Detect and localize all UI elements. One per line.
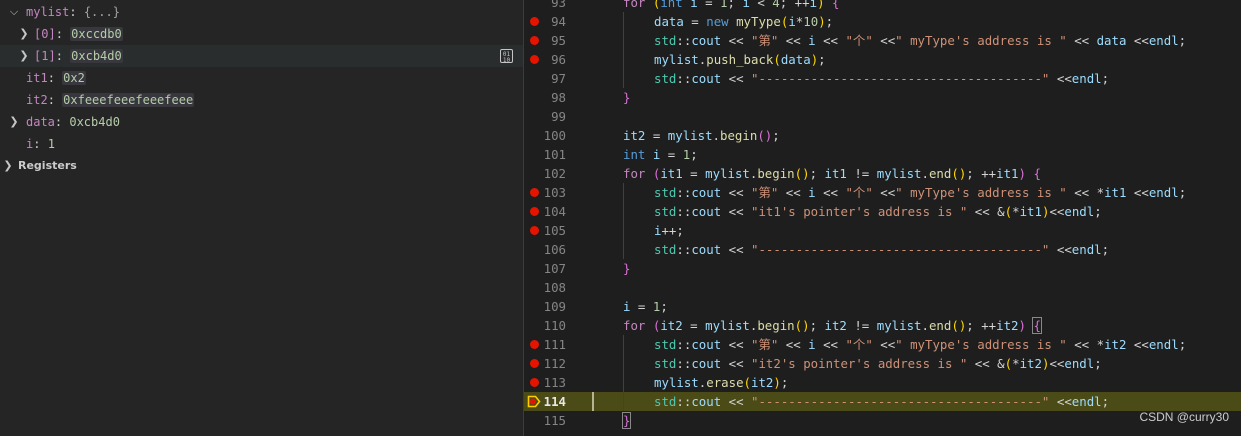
code-line-114-current[interactable]: 114 std::cout << "----------------------… <box>524 392 1241 411</box>
line-number: 103 <box>543 185 566 200</box>
code-text: } <box>623 261 631 276</box>
variable-name: [0] <box>34 27 56 41</box>
code-line-115[interactable]: 115 } <box>524 411 1241 430</box>
chevron-right-icon[interactable]: ❯ <box>17 23 31 45</box>
code-line-112[interactable]: 112 std::cout << "it2's pointer's addres… <box>524 354 1241 373</box>
line-number: 97 <box>551 71 566 86</box>
chevron-right-icon[interactable]: ❯ <box>1 155 15 177</box>
variable-name: it2 <box>26 93 48 107</box>
line-number: 112 <box>543 356 566 371</box>
line-number: 107 <box>543 261 566 276</box>
code-text: for (int i = 1; i < 4; ++i) { <box>623 0 840 10</box>
variable-row-data[interactable]: ❯ data: 0xcb4d0 <box>0 111 523 133</box>
line-number: 102 <box>543 166 566 181</box>
code-text: std::cout << "it2's pointer's address is… <box>654 356 1102 371</box>
code-text: std::cout << "第" << i << "个" <<" myType'… <box>654 185 1187 200</box>
code-text: for (it1 = mylist.begin(); it1 != mylist… <box>623 166 1041 181</box>
variable-name: it1 <box>26 71 48 85</box>
code-line-95[interactable]: 95 std::cout << "第" << i << "个" <<" myTy… <box>524 31 1241 50</box>
code-text: std::cout << "第" << i << "个" <<" myType'… <box>654 33 1187 48</box>
code-text: mylist.erase(it2); <box>654 375 789 390</box>
code-text: std::cout << "--------------------------… <box>654 71 1110 86</box>
registers-section[interactable]: ❯ Registers <box>0 155 523 177</box>
code-text: std::cout << "it1's pointer's address is… <box>654 204 1102 219</box>
code-line-94[interactable]: 94 data = new myType(i*10); <box>524 12 1241 31</box>
line-number: 101 <box>543 147 566 162</box>
variables-panel: ⌵ mylist: {...} ❯ [0]: 0xccdb0 ❯ [1]: 0x… <box>0 0 523 436</box>
chevron-down-icon[interactable]: ⌵ <box>7 1 21 23</box>
line-number: 109 <box>543 299 566 314</box>
code-text: std::cout << "--------------------------… <box>654 242 1110 257</box>
line-number: 95 <box>551 33 566 48</box>
line-number: 104 <box>543 204 566 219</box>
line-number: 100 <box>543 128 566 143</box>
code-line-110[interactable]: 110 for (it2 = mylist.begin(); it2 != my… <box>524 316 1241 335</box>
variable-value: 0x2 <box>62 71 86 85</box>
code-line-93[interactable]: 93 for (int i = 1; i < 4; ++i) { <box>524 0 1241 12</box>
line-number: 115 <box>543 413 566 428</box>
code-line-105[interactable]: 105 i++; <box>524 221 1241 240</box>
code-text: std::cout << "--------------------------… <box>654 394 1110 409</box>
line-number: 114 <box>543 394 566 409</box>
code-text: for (it2 = mylist.begin(); it2 != mylist… <box>623 317 1042 334</box>
variable-name: mylist <box>26 5 70 19</box>
code-line-109[interactable]: 109 i = 1; <box>524 297 1241 316</box>
code-line-102[interactable]: 102 for (it1 = mylist.begin(); it1 != my… <box>524 164 1241 183</box>
variable-row-item-0[interactable]: ❯ [0]: 0xccdb0 <box>0 23 523 45</box>
code-line-113[interactable]: 113 mylist.erase(it2); <box>524 373 1241 392</box>
line-number: 96 <box>551 52 566 67</box>
code-text: i = 1; <box>623 299 668 314</box>
chevron-right-icon[interactable]: ❯ <box>7 111 21 133</box>
line-number: 111 <box>543 337 566 352</box>
line-number: 99 <box>551 109 566 124</box>
code-line-99[interactable]: 99 <box>524 107 1241 126</box>
line-number: 105 <box>543 223 566 238</box>
variable-value: 0xfeeefeeefeeefeee <box>62 93 195 107</box>
code-text: data = new myType(i*10); <box>654 14 834 29</box>
variable-value: {...} <box>83 5 120 19</box>
chevron-right-icon[interactable]: ❯ <box>17 45 31 67</box>
code-line-103[interactable]: 103 std::cout << "第" << i << "个" <<" myT… <box>524 183 1241 202</box>
code-text: std::cout << "第" << i << "个" <<" myType'… <box>654 337 1187 352</box>
code-line-108[interactable]: 108 <box>524 278 1241 297</box>
line-number: 94 <box>551 14 566 29</box>
code-line-106[interactable]: 106 std::cout << "----------------------… <box>524 240 1241 259</box>
code-line-100[interactable]: 100 it2 = mylist.begin(); <box>524 126 1241 145</box>
code-line-107[interactable]: 107 } <box>524 259 1241 278</box>
line-number: 106 <box>543 242 566 257</box>
line-number: 108 <box>543 280 566 295</box>
code-text: i++; <box>654 223 684 238</box>
line-number: 110 <box>543 318 566 333</box>
variable-row-item-1[interactable]: ❯ [1]: 0xcb4d0 01 10 <box>0 45 523 67</box>
variable-row-mylist[interactable]: ⌵ mylist: {...} <box>0 1 523 23</box>
code-line-96[interactable]: 96 mylist.push_back(data); <box>524 50 1241 69</box>
watermark: CSDN @curry30 <box>1139 410 1229 424</box>
code-line-97[interactable]: 97 std::cout << "-----------------------… <box>524 69 1241 88</box>
variable-name: [1] <box>34 49 56 63</box>
code-text: mylist.push_back(data); <box>654 52 826 67</box>
variable-name: data <box>26 115 55 129</box>
code-text: } <box>623 90 631 105</box>
code-line-104[interactable]: 104 std::cout << "it1's pointer's addres… <box>524 202 1241 221</box>
line-number: 93 <box>551 0 566 10</box>
line-number: 113 <box>543 375 566 390</box>
variable-value: 0xccdb0 <box>70 27 123 41</box>
code-line-111[interactable]: 111 std::cout << "第" << i << "个" <<" myT… <box>524 335 1241 354</box>
code-line-98[interactable]: 98 } <box>524 88 1241 107</box>
variable-row-i[interactable]: i: 1 <box>0 133 523 155</box>
line-number: 98 <box>551 90 566 105</box>
variable-row-it1[interactable]: it1: 0x2 <box>0 67 523 89</box>
code-text: it2 = mylist.begin(); <box>623 128 780 143</box>
code-text: } <box>621 412 632 429</box>
registers-label: Registers <box>18 159 77 172</box>
binary-data-icon[interactable]: 01 10 <box>500 49 513 64</box>
variable-value: 1 <box>47 137 55 151</box>
variable-row-it2[interactable]: it2: 0xfeeefeeefeeefeee <box>0 89 523 111</box>
code-text: int i = 1; <box>623 147 698 162</box>
code-line-101[interactable]: 101 int i = 1; <box>524 145 1241 164</box>
debug-workspace: ⌵ mylist: {...} ❯ [0]: 0xccdb0 ❯ [1]: 0x… <box>0 0 1241 436</box>
code-editor[interactable]: 93 for (int i = 1; i < 4; ++i) { 94 data… <box>524 0 1241 436</box>
variable-value: 0xcb4d0 <box>70 49 123 63</box>
variable-value: 0xcb4d0 <box>69 115 120 129</box>
